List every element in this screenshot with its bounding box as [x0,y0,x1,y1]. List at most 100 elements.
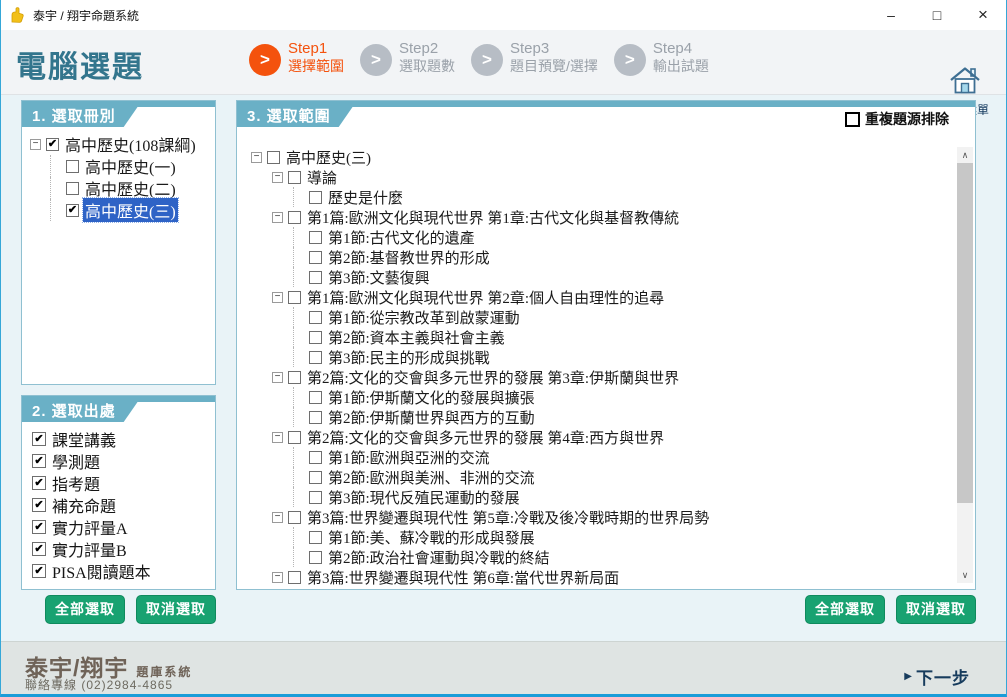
checkbox[interactable] [309,271,322,284]
tree-item-label[interactable]: 第2節:伊斯蘭世界與西方的互動 [326,407,537,428]
tree-item-label[interactable]: 第2篇:文化的交會與多元世界的發展 第3章:伊斯蘭與世界 [305,367,681,388]
tree-item-label[interactable]: 第1篇:歐洲文化與現代世界 第2章:個人自由理性的追尋 [305,287,666,308]
deselect-all-button[interactable]: 取消選取 [896,595,976,624]
checkbox[interactable]: ✔ [66,204,79,217]
collapse-expander-icon[interactable]: − [272,292,283,303]
tree-item-label[interactable]: 第3節:民主的形成與挑戰 [326,347,492,368]
deselect-all-button[interactable]: 取消選取 [136,595,216,624]
checkbox[interactable] [288,291,301,304]
checkbox[interactable] [309,351,322,364]
tree-item-label[interactable]: 第3篇:世界變遷與現代性 第6章:當代世界新局面 [305,567,621,588]
scrollbar-track[interactable] [957,163,973,567]
checkbox[interactable] [288,431,301,444]
checkbox[interactable] [309,531,322,544]
checkbox[interactable] [288,371,301,384]
source-option-label[interactable]: 實力評量A [50,515,130,539]
tree-item-label[interactable]: 第1節:伊斯蘭文化的發展與擴張 [326,387,537,408]
checkbox[interactable] [267,151,280,164]
select-all-button[interactable]: 全部選取 [45,595,125,624]
checkbox[interactable] [309,311,322,324]
collapse-expander-icon[interactable]: − [272,512,283,523]
checkbox[interactable]: ✔ [32,476,46,490]
maximize-button[interactable]: □ [914,0,960,30]
close-button[interactable]: × [960,0,1006,30]
checkbox[interactable]: ✔ [32,542,46,556]
tree-item-label[interactable]: 第1篇:歐洲文化與現代世界 第1章:古代文化與基督教傳統 [305,207,681,228]
tree-item-label[interactable]: 第2節:政治社會運動與冷戰的終結 [326,547,552,568]
tree-row: 第2節:資本主義與社會主義 [251,327,951,347]
checkbox[interactable]: ✔ [32,432,46,446]
step-2[interactable]: > Step2 選取題數 [360,40,455,76]
checkbox[interactable] [288,171,301,184]
scroll-up-icon[interactable]: ∧ [957,147,973,163]
checkbox[interactable] [309,471,322,484]
collapse-expander-icon[interactable]: − [272,432,283,443]
checkbox[interactable] [309,391,322,404]
tree-row: 第2節:歐洲與美洲、非洲的交流 [251,467,951,487]
next-step-button[interactable]: ▶ 下一步 [904,664,970,689]
page-header: 電腦選題 > Step1 選擇範圍 > Step2 選取題數 > Step3 [1,30,1006,95]
minimize-button[interactable]: – [868,0,914,30]
checkbox[interactable] [66,182,79,195]
tree-item-label[interactable]: 第2篇:文化的交會與多元世界的發展 第4章:西方與世界 [305,427,666,448]
checkbox[interactable]: ✔ [32,520,46,534]
source-option-row: ✔ 學測題 [32,450,153,472]
checkbox[interactable] [309,231,322,244]
step-1[interactable]: > Step1 選擇範圍 [249,40,344,76]
checkbox[interactable] [66,160,79,173]
tree-item-label[interactable]: 高中歷史(108課綱) [63,132,198,156]
tree-item-label[interactable]: 歷史是什麼 [326,187,405,208]
tree-item-label[interactable]: 第2節:基督教世界的形成 [326,247,492,268]
collapse-expander-icon[interactable]: − [272,172,283,183]
exclude-duplicate-checkbox[interactable] [845,112,860,127]
tree-item-label[interactable]: 第2節:歐洲與美洲、非洲的交流 [326,467,537,488]
checkbox[interactable]: ✔ [32,498,46,512]
checkbox[interactable] [309,191,322,204]
checkbox[interactable] [309,331,322,344]
checkbox[interactable] [288,571,301,584]
tree-item-label[interactable]: 第2節:資本主義與社會主義 [326,327,507,348]
tree-item-label[interactable]: 第1節:從宗教改革到啟蒙運動 [326,307,522,328]
checkbox[interactable] [309,251,322,264]
tree-item-label[interactable]: 第3篇:世界變遷與現代性 第5章:冷戰及後冷戰時期的世界局勢 [305,507,711,528]
source-option-label[interactable]: 課堂講義 [50,427,118,451]
checkbox[interactable] [309,451,322,464]
checkbox[interactable] [309,411,322,424]
checkbox[interactable] [309,491,322,504]
source-option-label[interactable]: 指考題 [50,471,102,495]
collapse-expander-icon[interactable]: − [272,572,283,583]
tree-item-label[interactable]: 第3節:文藝復興 [326,267,432,288]
collapse-expander-icon[interactable]: − [251,152,262,163]
step-4[interactable]: > Step4 輸出試題 [614,40,709,76]
tree-item-label[interactable]: 高中歷史(三) [83,198,178,222]
source-option-label[interactable]: 學測題 [50,449,102,473]
checkbox[interactable]: ✔ [32,564,46,578]
tree-item-label[interactable]: 第1節:古代文化的遺產 [326,227,477,248]
checkbox[interactable] [288,511,301,524]
exclude-duplicate-option[interactable]: 重複題源排除 [845,109,949,129]
collapse-expander-icon[interactable]: − [272,372,283,383]
checkbox[interactable] [309,551,322,564]
checkbox[interactable] [288,211,301,224]
tree-item-label[interactable]: 高中歷史(一) [83,154,178,178]
scrollbar-thumb[interactable] [957,163,973,503]
tree-item-label[interactable]: 高中歷史(二) [83,176,178,200]
select-all-button[interactable]: 全部選取 [805,595,885,624]
panel2-title: 2. 選取出處 [22,396,142,422]
tree-row: 第1節:從宗教改革到啟蒙運動 [251,307,951,327]
source-option-label[interactable]: 補充命題 [50,493,118,517]
tree-item-label[interactable]: 第3節:現代反殖民運動的發展 [326,487,522,508]
scrollbar[interactable]: ∧ ∨ [957,147,973,583]
tree-item-label[interactable]: 第1節:歐洲與亞洲的交流 [326,447,492,468]
source-option-label[interactable]: PISA閱讀題本 [50,559,153,583]
tree-item-label[interactable]: 高中歷史(三) [284,147,373,168]
collapse-expander-icon[interactable]: − [272,212,283,223]
step-3[interactable]: > Step3 題目預覽/選擇 [471,40,598,76]
source-option-label[interactable]: 實力評量B [50,537,129,561]
checkbox[interactable]: ✔ [32,454,46,468]
scroll-down-icon[interactable]: ∨ [957,567,973,583]
tree-item-label[interactable]: 第1節:美、蘇冷戰的形成與發展 [326,527,537,548]
collapse-expander-icon[interactable]: − [30,139,41,150]
checkbox[interactable]: ✔ [46,138,59,151]
tree-item-label[interactable]: 導論 [305,167,339,188]
